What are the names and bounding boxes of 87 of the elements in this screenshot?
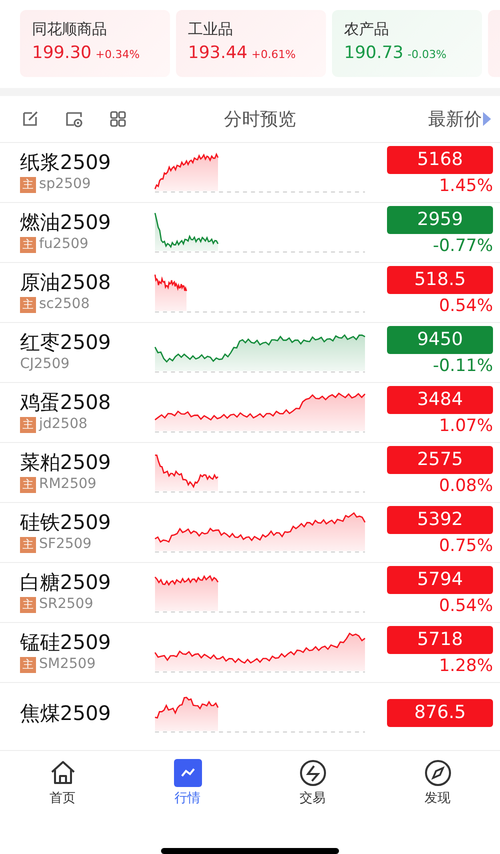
sort-button[interactable]: 最新价 — [428, 106, 492, 132]
sparkline-drawing — [154, 696, 219, 730]
contract-name: 鸡蛋2508 — [20, 390, 112, 414]
change-percent: 1.28% — [438, 654, 493, 678]
change-percent: 0.75% — [438, 534, 493, 558]
contract-code: fu2509 — [39, 235, 88, 254]
index-change: -0.03% — [407, 46, 446, 62]
price-box: 2575 — [387, 446, 493, 474]
price-box: 2959 — [387, 206, 493, 234]
triangle-icon — [482, 111, 492, 127]
home-icon — [48, 759, 76, 787]
quote-row[interactable]: 焦煤2509 876.5 — [0, 682, 500, 742]
change-percent: 0.54% — [438, 594, 493, 618]
contract-name: 硅铁2509 — [20, 510, 112, 534]
index-card[interactable]: 同花顺商品 199.30 +0.34% — [20, 10, 170, 77]
price-box: 518.5 — [387, 266, 493, 294]
tab-item[interactable]: 行情 — [125, 759, 250, 848]
change-percent: 1.07% — [438, 414, 493, 438]
quote-row[interactable]: 硅铁2509 主 SF2509 5392 0.75% — [0, 502, 500, 562]
contract-code: sc2508 — [39, 295, 90, 314]
index-card[interactable]: 农产品 190.73 -0.03% — [332, 10, 482, 77]
index-value: 190.73 — [344, 42, 404, 64]
contract-name: 原油2508 — [20, 270, 112, 294]
index-change: +0.61% — [251, 46, 296, 62]
quote-row[interactable]: 纸浆2509 主 sp2509 5168 1.45% — [0, 142, 500, 202]
sparkline-drawing — [154, 212, 219, 250]
contract-code: CJ2509 — [20, 355, 70, 374]
quote-row[interactable]: 鸡蛋2508 主 jd2508 3484 1.07% — [0, 382, 500, 442]
contract-name: 纸浆2509 — [20, 150, 112, 174]
main-contract-tag: 主 — [20, 416, 36, 432]
main-contract-tag: 主 — [20, 176, 36, 192]
main-contract-tag: 主 — [20, 656, 36, 672]
compass-icon — [424, 759, 452, 787]
contract-name: 红枣2509 — [20, 330, 112, 354]
price-box: 3484 — [387, 386, 493, 414]
price-box: 876.5 — [387, 698, 493, 726]
sparkline-drawing — [154, 574, 219, 610]
card-settings-icon[interactable] — [64, 109, 84, 129]
contract-name: 燃油2509 — [20, 210, 112, 234]
main-contract-tag: 主 — [20, 596, 36, 612]
price-box: 5168 — [387, 146, 493, 174]
price-box: 9450 — [387, 326, 493, 354]
chart-icon — [174, 759, 202, 787]
main-contract-tag: 主 — [20, 536, 36, 552]
contract-name: 锰硅2509 — [20, 630, 112, 654]
change-percent: -0.11% — [432, 354, 493, 378]
price-box: 5794 — [387, 566, 493, 594]
quote-row[interactable]: 白糖2509 主 SR2509 5794 0.54% — [0, 562, 500, 622]
sparkline-drawing — [154, 274, 188, 310]
main-contract-tag: 主 — [20, 476, 36, 492]
index-value: 199.30 — [32, 42, 92, 64]
card-title: 同花顺商品 — [32, 19, 108, 40]
tab-item[interactable]: 发现 — [375, 759, 500, 848]
contract-name: 菜粕2509 — [20, 450, 112, 474]
quote-row[interactable]: 红枣2509 CJ2509 9450 -0.11% — [0, 322, 500, 382]
main-contract-tag: 主 — [20, 296, 36, 312]
card-title: 农产品 — [344, 19, 390, 40]
sparkline-drawing — [154, 454, 218, 490]
edit-icon[interactable] — [20, 109, 40, 129]
main-contract-tag: 主 — [20, 236, 36, 252]
contract-code: sp2509 — [39, 175, 91, 194]
contract-code: SR2509 — [39, 595, 94, 614]
card-title: 工业品 — [188, 19, 234, 40]
contract-name: 白糖2509 — [20, 570, 112, 594]
column-header: 分时预览 — [223, 108, 297, 132]
index-card[interactable]: 工业品 193.44 +0.61% — [176, 10, 326, 77]
tab-item[interactable]: 首页 — [0, 759, 125, 848]
quote-row[interactable]: 原油2508 主 sc2508 518.5 0.54% — [0, 262, 500, 322]
quote-row[interactable]: 锰硅2509 主 SM2509 5718 1.28% — [0, 622, 500, 682]
contract-code: SM2509 — [39, 655, 96, 674]
contract-code: jd2508 — [39, 415, 88, 434]
index-change: +0.34% — [95, 46, 140, 62]
change-percent: -0.77% — [432, 234, 493, 258]
change-percent: 0.08% — [438, 474, 493, 498]
change-percent: 0.54% — [438, 294, 493, 318]
tab-item[interactable]: 交易 — [250, 759, 375, 848]
price-box: 5392 — [387, 506, 493, 534]
sparkline-drawing — [154, 152, 219, 190]
quote-row[interactable]: 燃油2509 主 fu2509 2959 -0.77% — [0, 202, 500, 262]
index-value: 193.44 — [188, 42, 248, 64]
grid-icon[interactable] — [108, 109, 128, 129]
contract-code: SF2509 — [39, 535, 92, 554]
contract-code: RM2509 — [39, 475, 96, 494]
change-percent: 1.45% — [438, 174, 493, 198]
price-box: 5718 — [387, 626, 493, 654]
contract-name: 焦煤2509 — [20, 700, 112, 724]
quote-row[interactable]: 菜粕2509 主 RM2509 2575 0.08% — [0, 442, 500, 502]
